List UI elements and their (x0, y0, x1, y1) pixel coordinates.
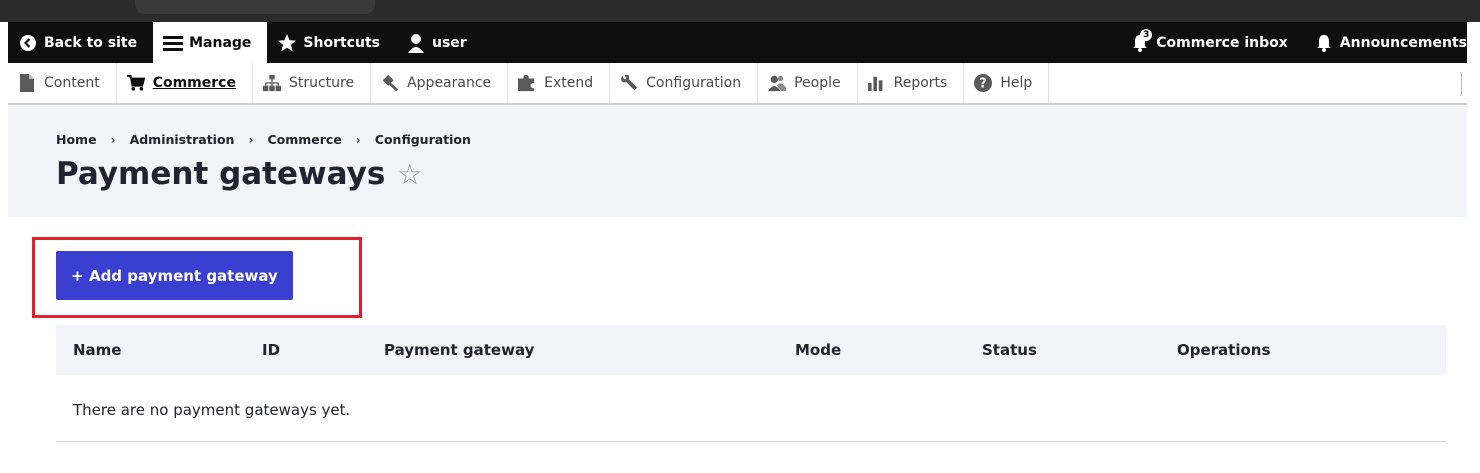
shortcuts-label: Shortcuts (303, 34, 380, 51)
tray-item-label: Appearance (407, 75, 492, 91)
tray-item-label: People (794, 75, 841, 91)
announcement-bell-icon (1314, 33, 1334, 53)
back-to-site-label: Back to site (44, 34, 138, 51)
user-icon (406, 33, 426, 53)
announcements-tab[interactable]: Announcements (1304, 22, 1467, 63)
column-header-mode: Mode (795, 341, 842, 359)
tray-item-content[interactable]: Content (8, 63, 117, 103)
menu-icon (163, 33, 184, 53)
breadcrumb-configuration[interactable]: Configuration (375, 132, 471, 147)
payment-gateways-table: Name ID Payment gateway Mode Status Oper… (56, 325, 1446, 442)
tray-item-label: Content (44, 75, 100, 91)
paint-icon (381, 74, 399, 92)
svg-text:?: ? (980, 77, 988, 92)
breadcrumb-separator: › (355, 132, 361, 147)
announcements-label: Announcements (1339, 34, 1467, 51)
admin-tray: Content Commerce Structure Appearance Ex… (8, 63, 1467, 105)
add-payment-gateway-button[interactable]: + Add payment gateway (56, 251, 293, 300)
cart-icon (126, 74, 145, 92)
tray-orientation-toggle[interactable] (1461, 73, 1467, 95)
table-header: Name ID Payment gateway Mode Status Oper… (56, 325, 1446, 375)
breadcrumb-commerce[interactable]: Commerce (267, 132, 341, 147)
bar-chart-icon (867, 74, 886, 92)
tray-item-label: Commerce (152, 75, 236, 91)
tray-item-reports[interactable]: Reports (858, 63, 965, 103)
tray-item-people[interactable]: People (758, 63, 858, 103)
sitemap-icon (262, 74, 281, 92)
empty-message: There are no payment gateways yet. (73, 401, 351, 419)
commerce-inbox-label: Commerce inbox (1156, 34, 1288, 51)
tray-item-configuration[interactable]: Configuration (610, 63, 759, 103)
tray-item-extend[interactable]: Extend (508, 63, 611, 103)
user-tab[interactable]: user (396, 22, 483, 63)
tray-item-help[interactable]: ? Help (964, 63, 1050, 103)
tray-item-label: Structure (288, 75, 355, 91)
manage-label: Manage (189, 34, 252, 51)
column-header-id: ID (262, 341, 281, 359)
page-title: Payment gateways ☆ (56, 156, 422, 192)
inbox-count-badge: 3 (1140, 28, 1153, 41)
admin-toolbar: Back to site Manage Shortcuts user 3 Com… (8, 22, 1467, 63)
wrench-icon (620, 74, 638, 92)
breadcrumb-administration[interactable]: Administration (130, 132, 235, 147)
shortcuts-tab[interactable]: Shortcuts (267, 22, 396, 63)
people-icon (768, 74, 787, 92)
tray-item-label: Configuration (646, 75, 742, 91)
bell-icon: 3 (1130, 28, 1153, 53)
table-empty-row: There are no payment gateways yet. (56, 375, 1446, 442)
file-icon (18, 74, 36, 92)
toolbar-right: 3 Commerce inbox Announcements (1120, 22, 1467, 63)
browser-tab-shape (135, 0, 375, 14)
back-arrow-icon (18, 33, 38, 53)
commerce-inbox-tab[interactable]: 3 Commerce inbox (1120, 22, 1304, 63)
help-icon: ? (974, 74, 993, 92)
breadcrumb-separator: › (248, 132, 254, 147)
star-outline-icon[interactable]: ☆ (397, 158, 422, 191)
column-header-name: Name (73, 341, 122, 359)
puzzle-icon (518, 74, 536, 92)
star-icon (277, 33, 297, 53)
tray-item-label: Help (1000, 75, 1033, 91)
back-to-site-link[interactable]: Back to site (8, 22, 153, 63)
column-header-payment-gateway: Payment gateway (384, 341, 535, 359)
breadcrumb: Home › Administration › Commerce › Confi… (56, 132, 471, 147)
column-header-status: Status (982, 341, 1037, 359)
page-header: Home › Administration › Commerce › Confi… (8, 106, 1467, 217)
user-label: user (431, 34, 467, 51)
breadcrumb-home[interactable]: Home (56, 132, 97, 147)
page-title-text: Payment gateways (56, 156, 386, 192)
tray-item-commerce[interactable]: Commerce (117, 63, 253, 103)
tray-item-label: Extend (544, 75, 594, 91)
tray-item-structure[interactable]: Structure (253, 63, 372, 103)
tray-item-label: Reports (893, 75, 948, 91)
browser-top-strip (0, 0, 1480, 22)
tray-item-appearance[interactable]: Appearance (371, 63, 509, 103)
column-header-operations: Operations (1177, 341, 1271, 359)
manage-tab[interactable]: Manage (153, 22, 268, 63)
breadcrumb-separator: › (110, 132, 116, 147)
